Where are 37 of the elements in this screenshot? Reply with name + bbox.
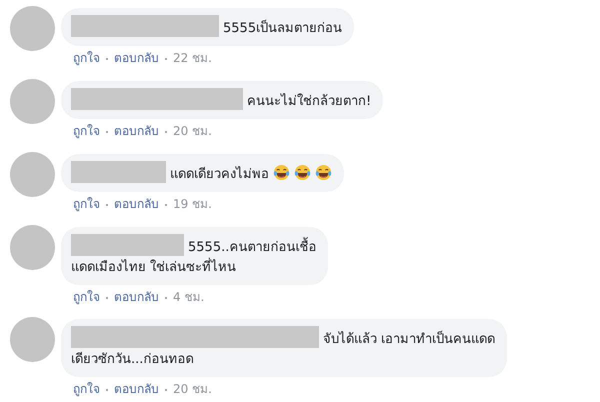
separator-dot [106, 130, 108, 132]
avatar[interactable] [10, 6, 55, 51]
separator-dot [165, 58, 167, 60]
comment-text: คนนะไม่ใช่กล้วยตาก! [247, 94, 372, 109]
timestamp[interactable]: 4 ชม. [173, 290, 204, 305]
reply-link[interactable]: ตอบกลับ [114, 124, 159, 139]
like-link[interactable]: ถูกใจ [73, 51, 100, 66]
separator-dot [106, 58, 108, 60]
timestamp[interactable]: 22 ชม. [173, 51, 212, 66]
laughing-face-icon [315, 164, 332, 181]
like-link[interactable]: ถูกใจ [73, 197, 100, 212]
laughing-face-icon [294, 164, 311, 181]
timestamp[interactable]: 19 ชม. [173, 197, 212, 212]
avatar[interactable] [10, 225, 55, 270]
reply-link[interactable]: ตอบกลับ [114, 382, 159, 397]
separator-dot [106, 204, 108, 206]
avatar[interactable] [10, 79, 55, 124]
comment-text: 5555เป็นลมตายก่อน [223, 21, 342, 36]
separator-dot [165, 130, 167, 132]
reply-link[interactable]: ตอบกลับ [114, 51, 159, 66]
like-link[interactable]: ถูกใจ [73, 382, 100, 397]
like-link[interactable]: ถูกใจ [73, 124, 100, 139]
separator-dot [106, 296, 108, 298]
separator-dot [165, 296, 167, 298]
timestamp[interactable]: 20 ชม. [173, 124, 212, 139]
separator-dot [165, 388, 167, 390]
comment-text: แดดเดียวคงไม่พอ [170, 167, 269, 182]
like-link[interactable]: ถูกใจ [73, 290, 100, 305]
reply-link[interactable]: ตอบกลับ [114, 290, 159, 305]
avatar[interactable] [10, 317, 55, 362]
separator-dot [165, 204, 167, 206]
timestamp[interactable]: 20 ชม. [173, 382, 212, 397]
reply-link[interactable]: ตอบกลับ [114, 197, 159, 212]
comment-text: จับได้แล้ว เอามาทำเป็นคนแดด เดียวซักวัน...ก่อนทอด [71, 332, 496, 367]
avatar[interactable] [10, 152, 55, 197]
separator-dot [106, 388, 108, 390]
laughing-face-icon [273, 164, 290, 181]
